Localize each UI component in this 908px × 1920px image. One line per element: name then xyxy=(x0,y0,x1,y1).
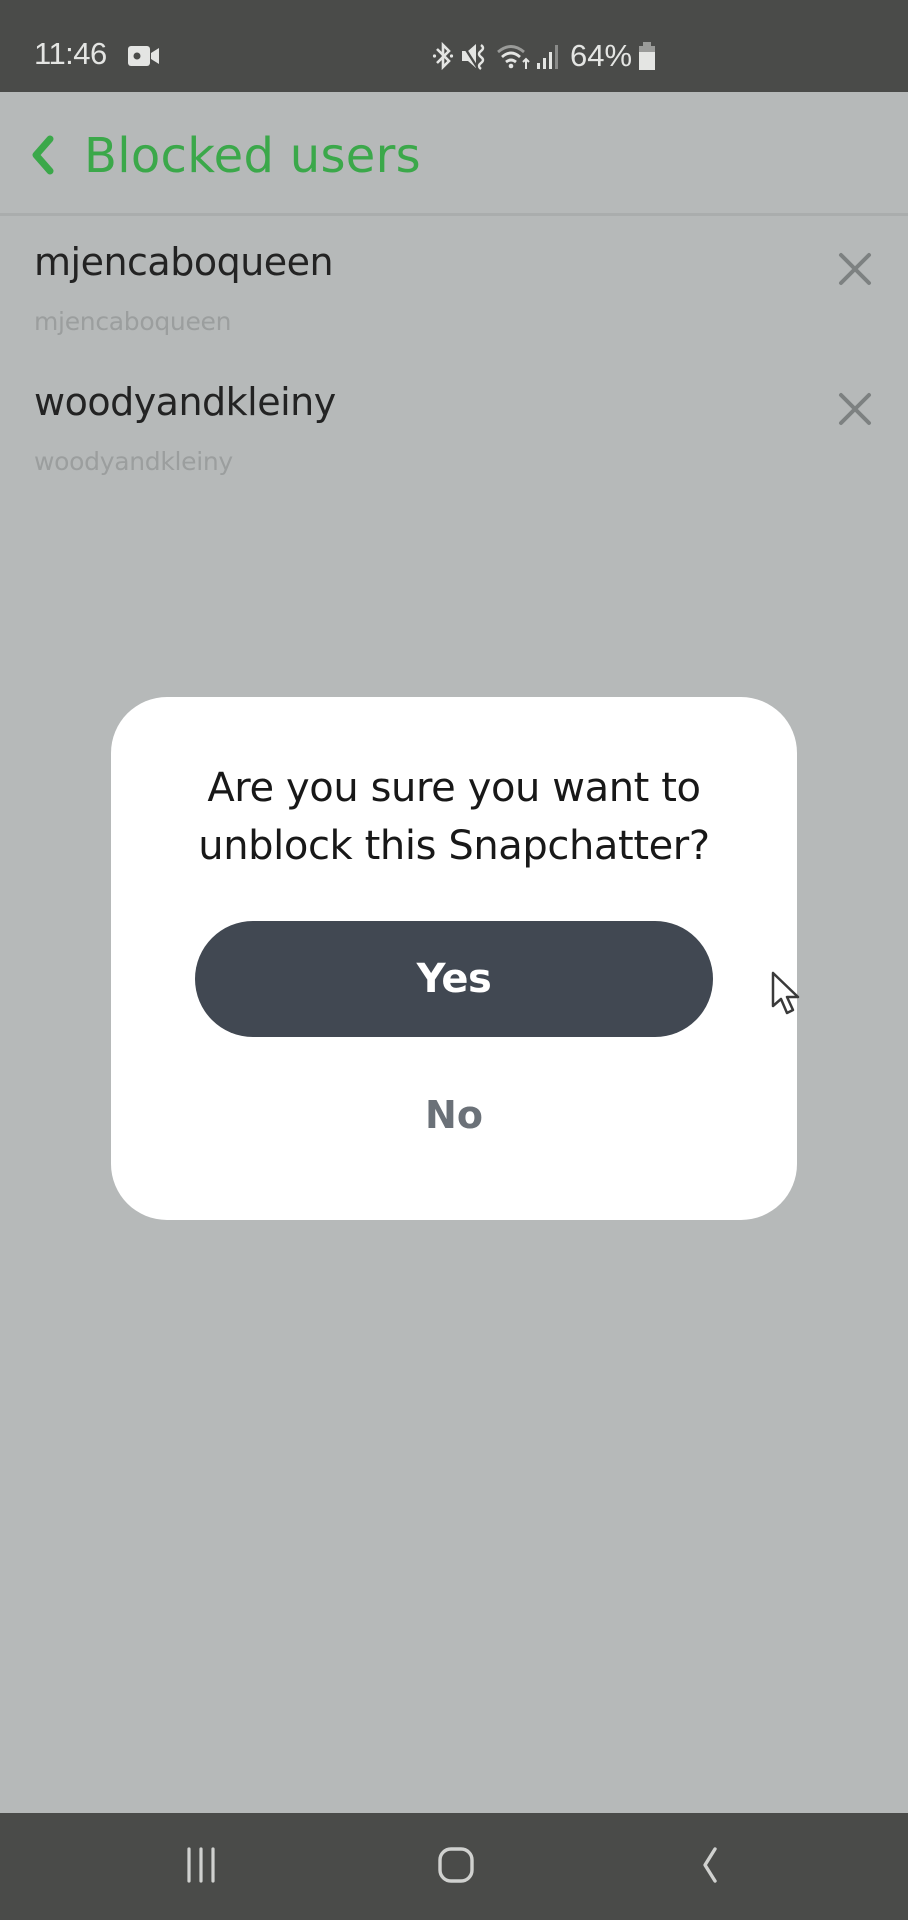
close-icon[interactable] xyxy=(835,249,875,289)
user-display-name: mjencaboqueen xyxy=(34,240,334,284)
wifi-icon xyxy=(497,45,530,69)
recent-apps-button[interactable] xyxy=(161,1835,241,1895)
home-icon xyxy=(438,1847,474,1883)
header-divider xyxy=(0,213,908,216)
status-bar: 11:46 64% xyxy=(0,0,908,92)
status-icons: 64% xyxy=(432,38,656,74)
vibrate-icon xyxy=(461,44,485,70)
back-button[interactable] xyxy=(670,1835,750,1895)
user-username: mjencaboqueen xyxy=(34,307,232,336)
header: Blocked users xyxy=(0,92,908,214)
home-button[interactable] xyxy=(416,1835,496,1895)
signal-icon xyxy=(537,45,558,69)
status-time: 11:46 xyxy=(34,36,107,71)
no-button[interactable]: No xyxy=(354,1075,554,1155)
video-camera-icon xyxy=(128,46,159,66)
battery-icon xyxy=(639,42,656,70)
yes-button[interactable]: Yes xyxy=(195,921,713,1037)
battery-percent: 64% xyxy=(570,38,633,73)
mouse-cursor-icon xyxy=(771,971,800,1015)
user-username: woodyandkleiny xyxy=(34,447,233,476)
unblock-confirm-dialog: Are you sure you want to unblock this Sn… xyxy=(111,697,797,1220)
recent-apps-icon xyxy=(187,1847,215,1883)
page-title: Blocked users xyxy=(84,128,421,184)
bluetooth-icon xyxy=(432,41,454,71)
list-item: mjencaboqueen mjencaboqueen xyxy=(0,222,908,362)
dialog-message: Are you sure you want to unblock this Sn… xyxy=(198,765,710,869)
navigation-bar xyxy=(0,1813,908,1920)
user-display-name: woodyandkleiny xyxy=(34,380,336,424)
chevron-left-icon[interactable] xyxy=(26,135,60,175)
back-icon xyxy=(703,1847,717,1883)
list-item: woodyandkleiny woodyandkleiny xyxy=(0,362,908,502)
close-icon[interactable] xyxy=(835,389,875,429)
